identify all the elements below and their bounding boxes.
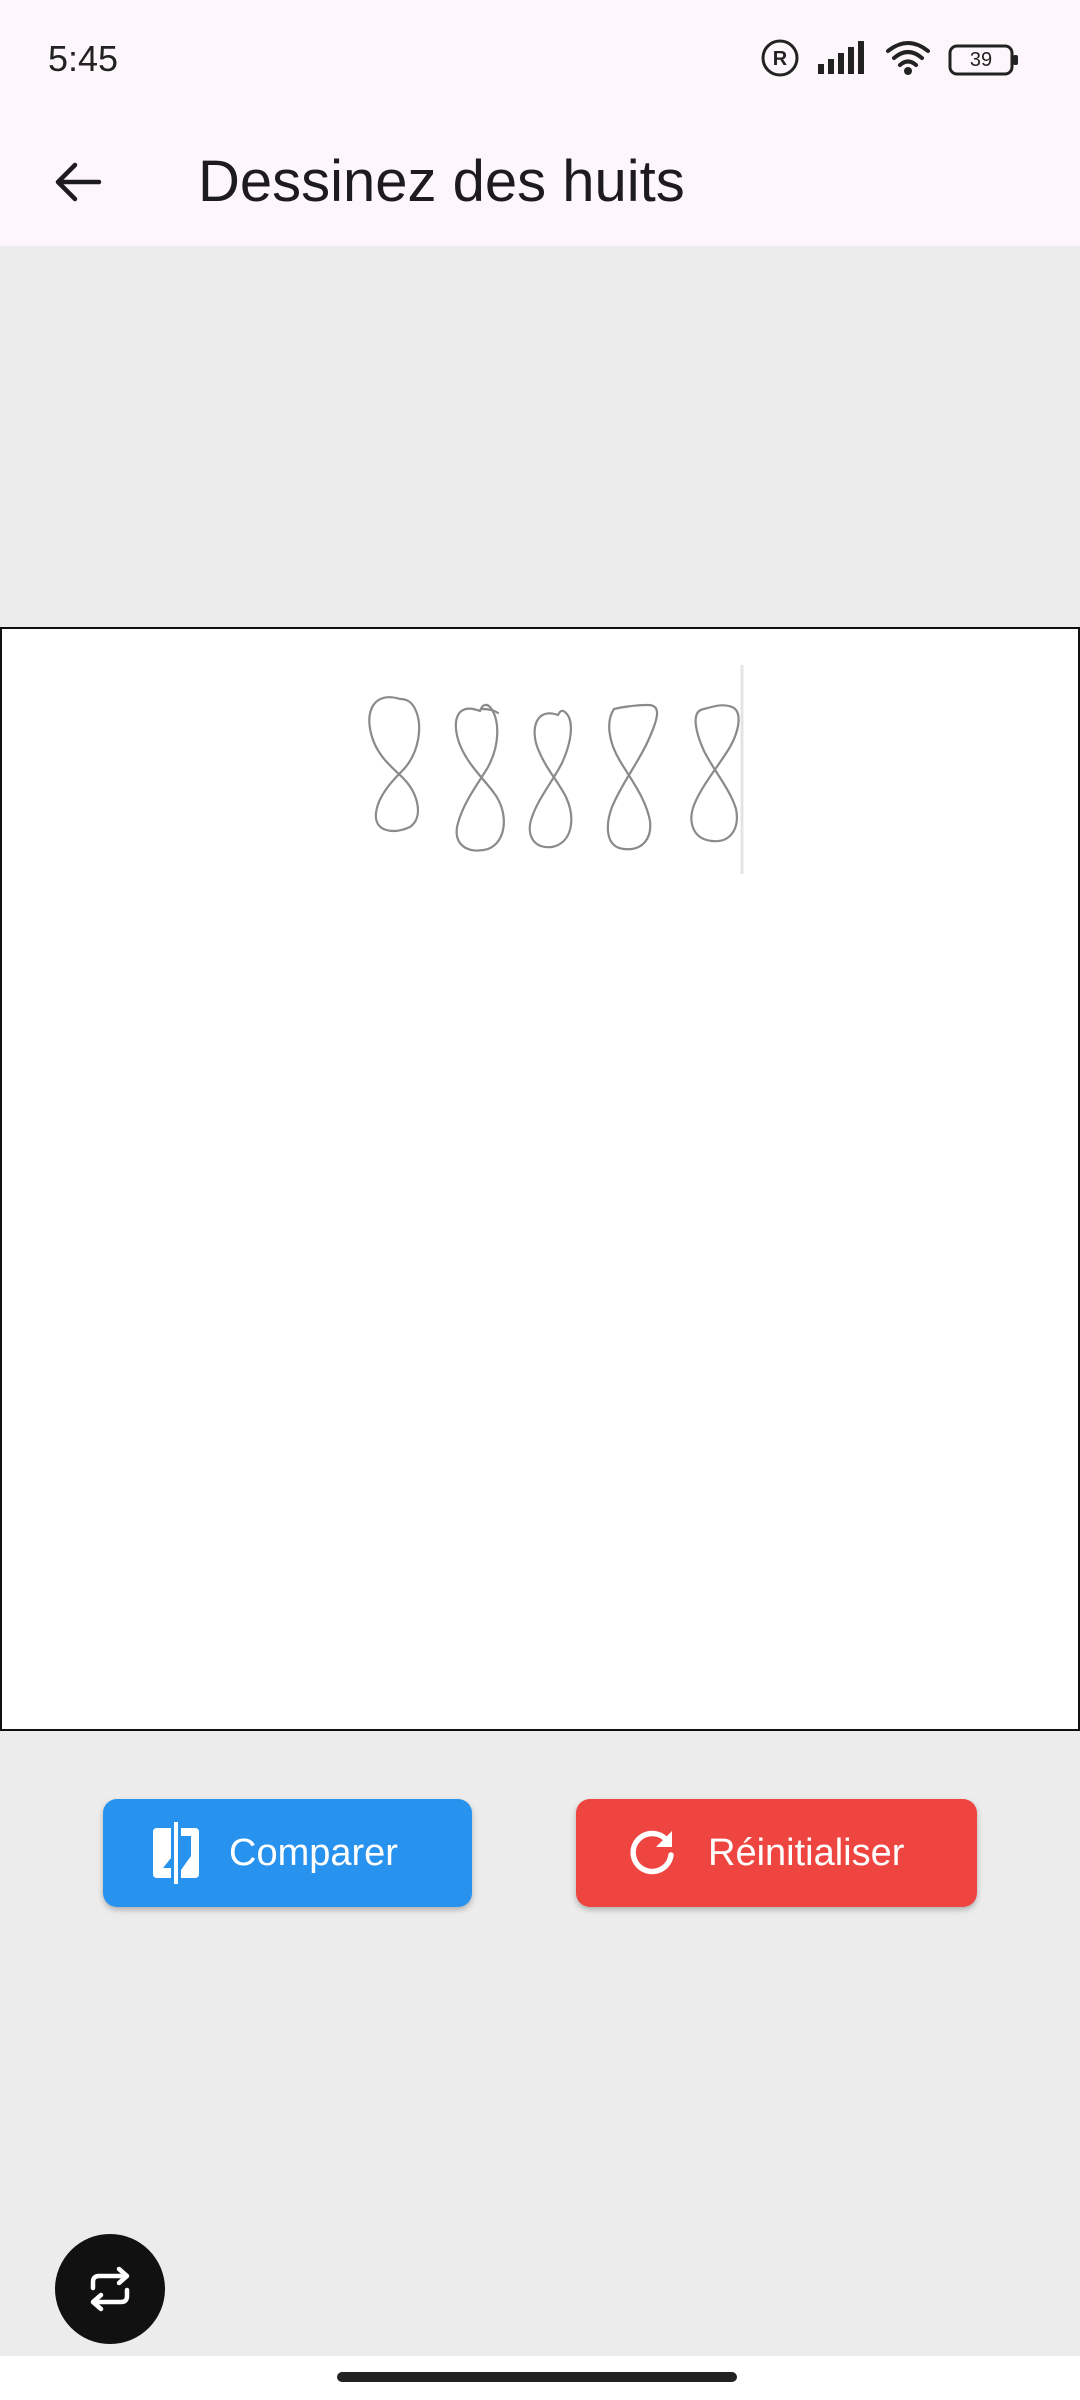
status-time: 5:45: [48, 38, 119, 79]
status-icons: R 39: [760, 38, 1020, 82]
status-bar: 5:45 R 39: [0, 0, 1080, 122]
back-button[interactable]: [36, 140, 120, 224]
compare-icon: [149, 1822, 203, 1884]
compare-label: Comparer: [229, 1831, 398, 1874]
registered-icon: R: [760, 38, 800, 83]
handwritten-eights: [368, 665, 744, 874]
arrow-back-icon: [55, 162, 102, 202]
compare-button[interactable]: Comparer: [103, 1799, 472, 1907]
home-indicator[interactable]: [337, 2372, 737, 2382]
repeat-icon: [90, 2266, 130, 2312]
app-bar: Dessinez des huits: [0, 122, 1080, 246]
battery-level: 39: [969, 49, 993, 71]
wifi-icon: [884, 39, 932, 82]
battery-icon: 39: [948, 43, 1020, 77]
svg-text:R: R: [773, 48, 788, 70]
refresh-icon: [626, 1827, 678, 1879]
repeat-fab[interactable]: [55, 2234, 165, 2344]
page-title: Dessinez des huits: [198, 149, 685, 214]
signal-icon: [816, 40, 868, 81]
reset-label: Réinitialiser: [708, 1831, 905, 1874]
reset-button[interactable]: Réinitialiser: [576, 1799, 977, 1907]
drawing-canvas[interactable]: [0, 627, 1080, 1731]
